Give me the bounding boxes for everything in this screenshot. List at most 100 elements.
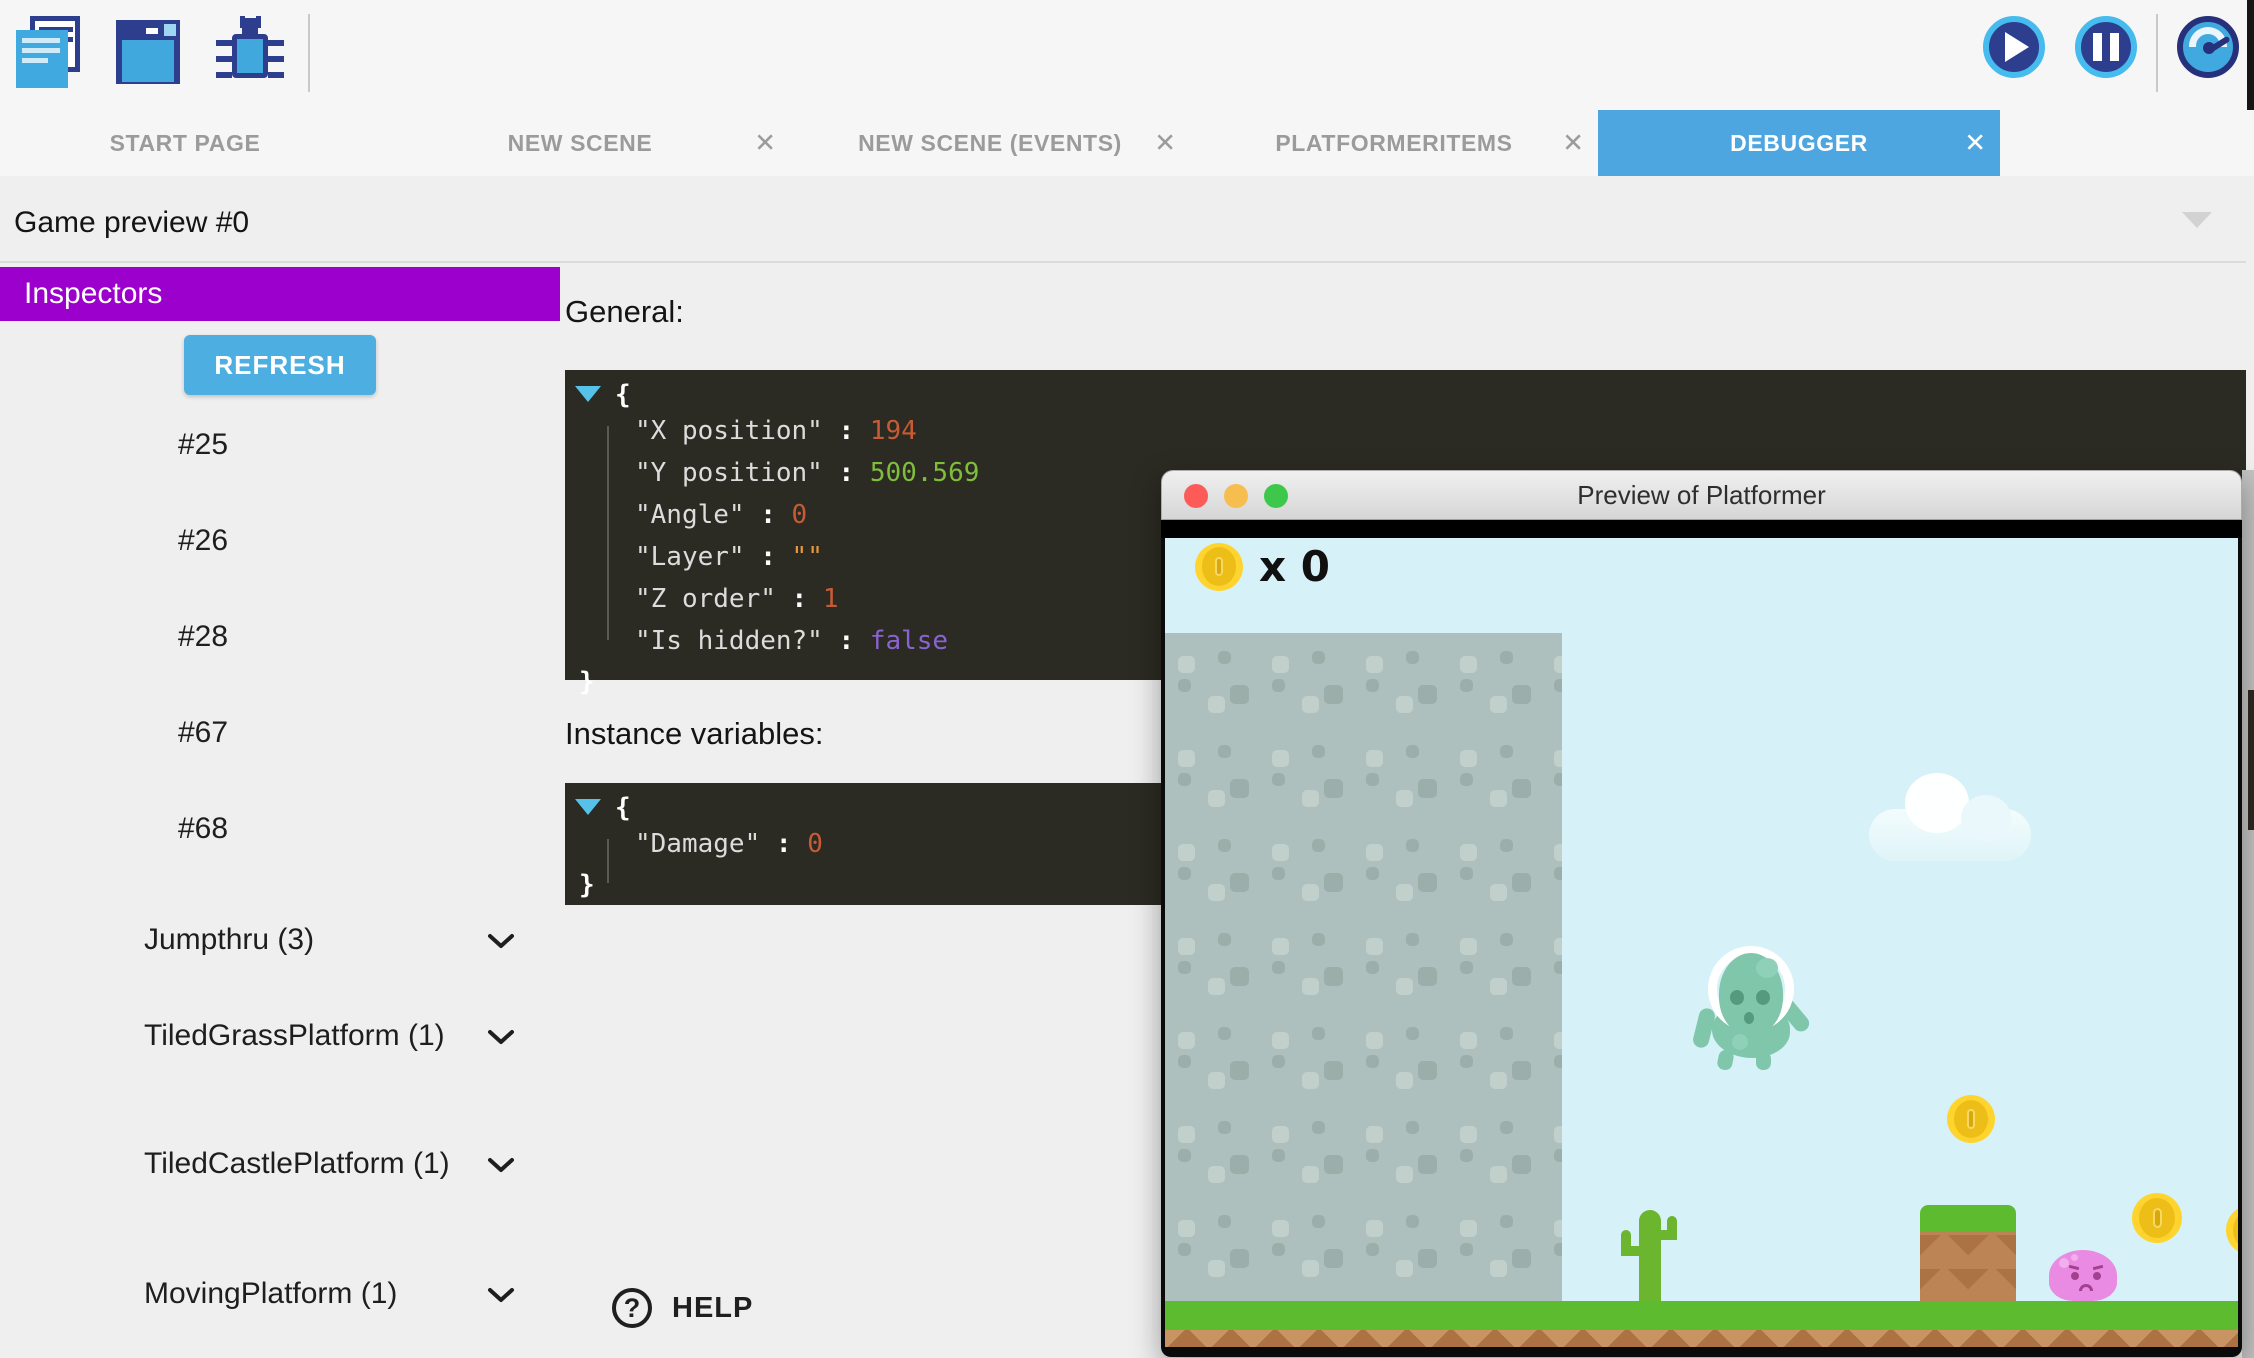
close-tab-icon[interactable]: ✕ (1562, 128, 1584, 159)
wall-speckle (1272, 1220, 1289, 1237)
wall-speckle (1324, 967, 1343, 986)
tab-debugger[interactable]: DEBUGGER ✕ (1598, 110, 2000, 176)
close-tab-icon[interactable]: ✕ (754, 128, 776, 159)
wall-speckle (1500, 745, 1513, 758)
debug-button[interactable] (216, 16, 284, 90)
zoom-window-icon[interactable] (1264, 484, 1288, 508)
wall-speckle (1178, 1126, 1195, 1143)
wall-speckle (1302, 790, 1319, 807)
wall-speckle (1366, 1055, 1379, 1068)
wall-speckle (1178, 1032, 1195, 1049)
collapse-caret-icon[interactable] (575, 386, 601, 402)
wall-speckle (1208, 790, 1225, 807)
wall-speckle (1218, 839, 1231, 852)
minimize-window-icon[interactable] (1224, 484, 1248, 508)
game-canvas[interactable]: x 0 (1161, 538, 2242, 1357)
wall-speckle (1490, 1260, 1507, 1277)
wall-speckle (1418, 967, 1437, 986)
play-button[interactable] (1983, 16, 2045, 78)
wall-speckle (1366, 867, 1379, 880)
wall-speckle (1512, 1061, 1531, 1080)
wall-speckle (1302, 978, 1319, 995)
wall-speckle (1208, 884, 1225, 901)
wall-speckle (1324, 1155, 1343, 1174)
wall-speckle (1312, 1027, 1325, 1040)
wall-speckle (1460, 1055, 1473, 1068)
inspectors-header: Inspectors (0, 267, 560, 321)
wall-speckle (1178, 679, 1191, 692)
wall-speckle (1490, 1072, 1507, 1089)
wall-speckle (1460, 1032, 1477, 1049)
tab-platformeritems[interactable]: PLATFORMERITEMS ✕ (1190, 110, 1598, 176)
wall-speckle (1312, 1215, 1325, 1228)
wall-speckle (1366, 961, 1379, 974)
wall-speckle (1272, 938, 1289, 955)
wall-speckle (1554, 938, 1562, 955)
toolbar-divider (308, 14, 310, 92)
wall-speckle (1208, 1260, 1225, 1277)
wall-speckle (1396, 1072, 1413, 1089)
wall-speckle (1366, 844, 1383, 861)
speed-button[interactable] (2177, 16, 2239, 78)
preview-window-title: Preview of Platformer (1577, 480, 1826, 511)
wall-speckle (1218, 933, 1231, 946)
chevron-down-icon[interactable] (2182, 212, 2212, 228)
castle-wall-sprite (1165, 633, 1562, 1301)
wall-speckle (1178, 656, 1195, 673)
wall-speckle (1512, 967, 1531, 986)
help-button[interactable]: ? HELP (612, 1288, 753, 1328)
wall-speckle (1230, 1155, 1249, 1174)
tab-bar: START PAGE NEW SCENE ✕ NEW SCENE (EVENTS… (0, 110, 2254, 176)
castle-platform-sprite (1920, 1205, 2016, 1302)
wall-speckle (1366, 1149, 1379, 1162)
wall-speckle (1512, 685, 1531, 704)
wall-speckle (1366, 656, 1383, 673)
preview-letterbox (1161, 520, 2242, 538)
wall-speckle (1208, 1072, 1225, 1089)
close-tab-icon[interactable]: ✕ (1154, 128, 1176, 159)
wall-speckle (1178, 750, 1195, 767)
ground-grass (1165, 1301, 2238, 1330)
tab-new-scene[interactable]: NEW SCENE ✕ (370, 110, 790, 176)
sidebar-group-movingplatform[interactable]: MovingPlatform (1) (144, 1276, 564, 1312)
tab-new-scene-events[interactable]: NEW SCENE (EVENTS) ✕ (790, 110, 1190, 176)
wall-speckle (1230, 779, 1249, 798)
sidebar-item-28[interactable]: #28 (178, 620, 228, 654)
pause-button[interactable] (2075, 16, 2137, 78)
sidebar-group-tiledcastleplatform[interactable]: TiledCastlePlatform (1) (144, 1146, 564, 1182)
close-window-icon[interactable] (1184, 484, 1208, 508)
close-tab-icon[interactable]: ✕ (1964, 128, 1986, 159)
preview-window-titlebar[interactable]: Preview of Platformer (1161, 470, 2242, 520)
new-window-button[interactable] (116, 16, 184, 90)
project-manager-button[interactable] (16, 16, 84, 90)
tab-start-page[interactable]: START PAGE (0, 110, 370, 176)
wall-speckle (1230, 873, 1249, 892)
wall-speckle (1554, 679, 1562, 692)
wall-speckle (1396, 1166, 1413, 1183)
wall-speckle (1554, 1055, 1562, 1068)
sidebar-group-tiledgrassplatform[interactable]: TiledGrassPlatform (1) (144, 1018, 564, 1054)
refresh-button[interactable]: REFRESH (184, 335, 376, 395)
sidebar-item-67[interactable]: #67 (178, 716, 228, 750)
wall-speckle (1302, 884, 1319, 901)
top-toolbar (0, 0, 2254, 110)
chevron-down-icon[interactable] (486, 1020, 516, 1056)
sidebar-group-jumpthru[interactable]: Jumpthru (3) (144, 922, 564, 958)
wall-speckle (1512, 873, 1531, 892)
wall-speckle (1178, 938, 1195, 955)
cloud-sprite (1869, 773, 2031, 861)
sidebar-item-25[interactable]: #25 (178, 428, 228, 462)
collapse-caret-icon[interactable] (575, 799, 601, 815)
wall-speckle (1500, 933, 1513, 946)
preview-window: Preview of Platformer x 0 (1161, 470, 2242, 1357)
game-preview-selector[interactable]: Game preview #0 (14, 206, 249, 240)
wall-speckle (1272, 867, 1285, 880)
chevron-down-icon[interactable] (486, 1148, 516, 1184)
general-section-title: General: (565, 294, 684, 330)
sidebar-item-26[interactable]: #26 (178, 524, 228, 558)
sidebar-item-68[interactable]: #68 (178, 812, 228, 846)
wall-speckle (1178, 773, 1191, 786)
wall-speckle (1324, 873, 1343, 892)
chevron-down-icon[interactable] (486, 924, 516, 960)
chevron-down-icon[interactable] (486, 1278, 516, 1314)
